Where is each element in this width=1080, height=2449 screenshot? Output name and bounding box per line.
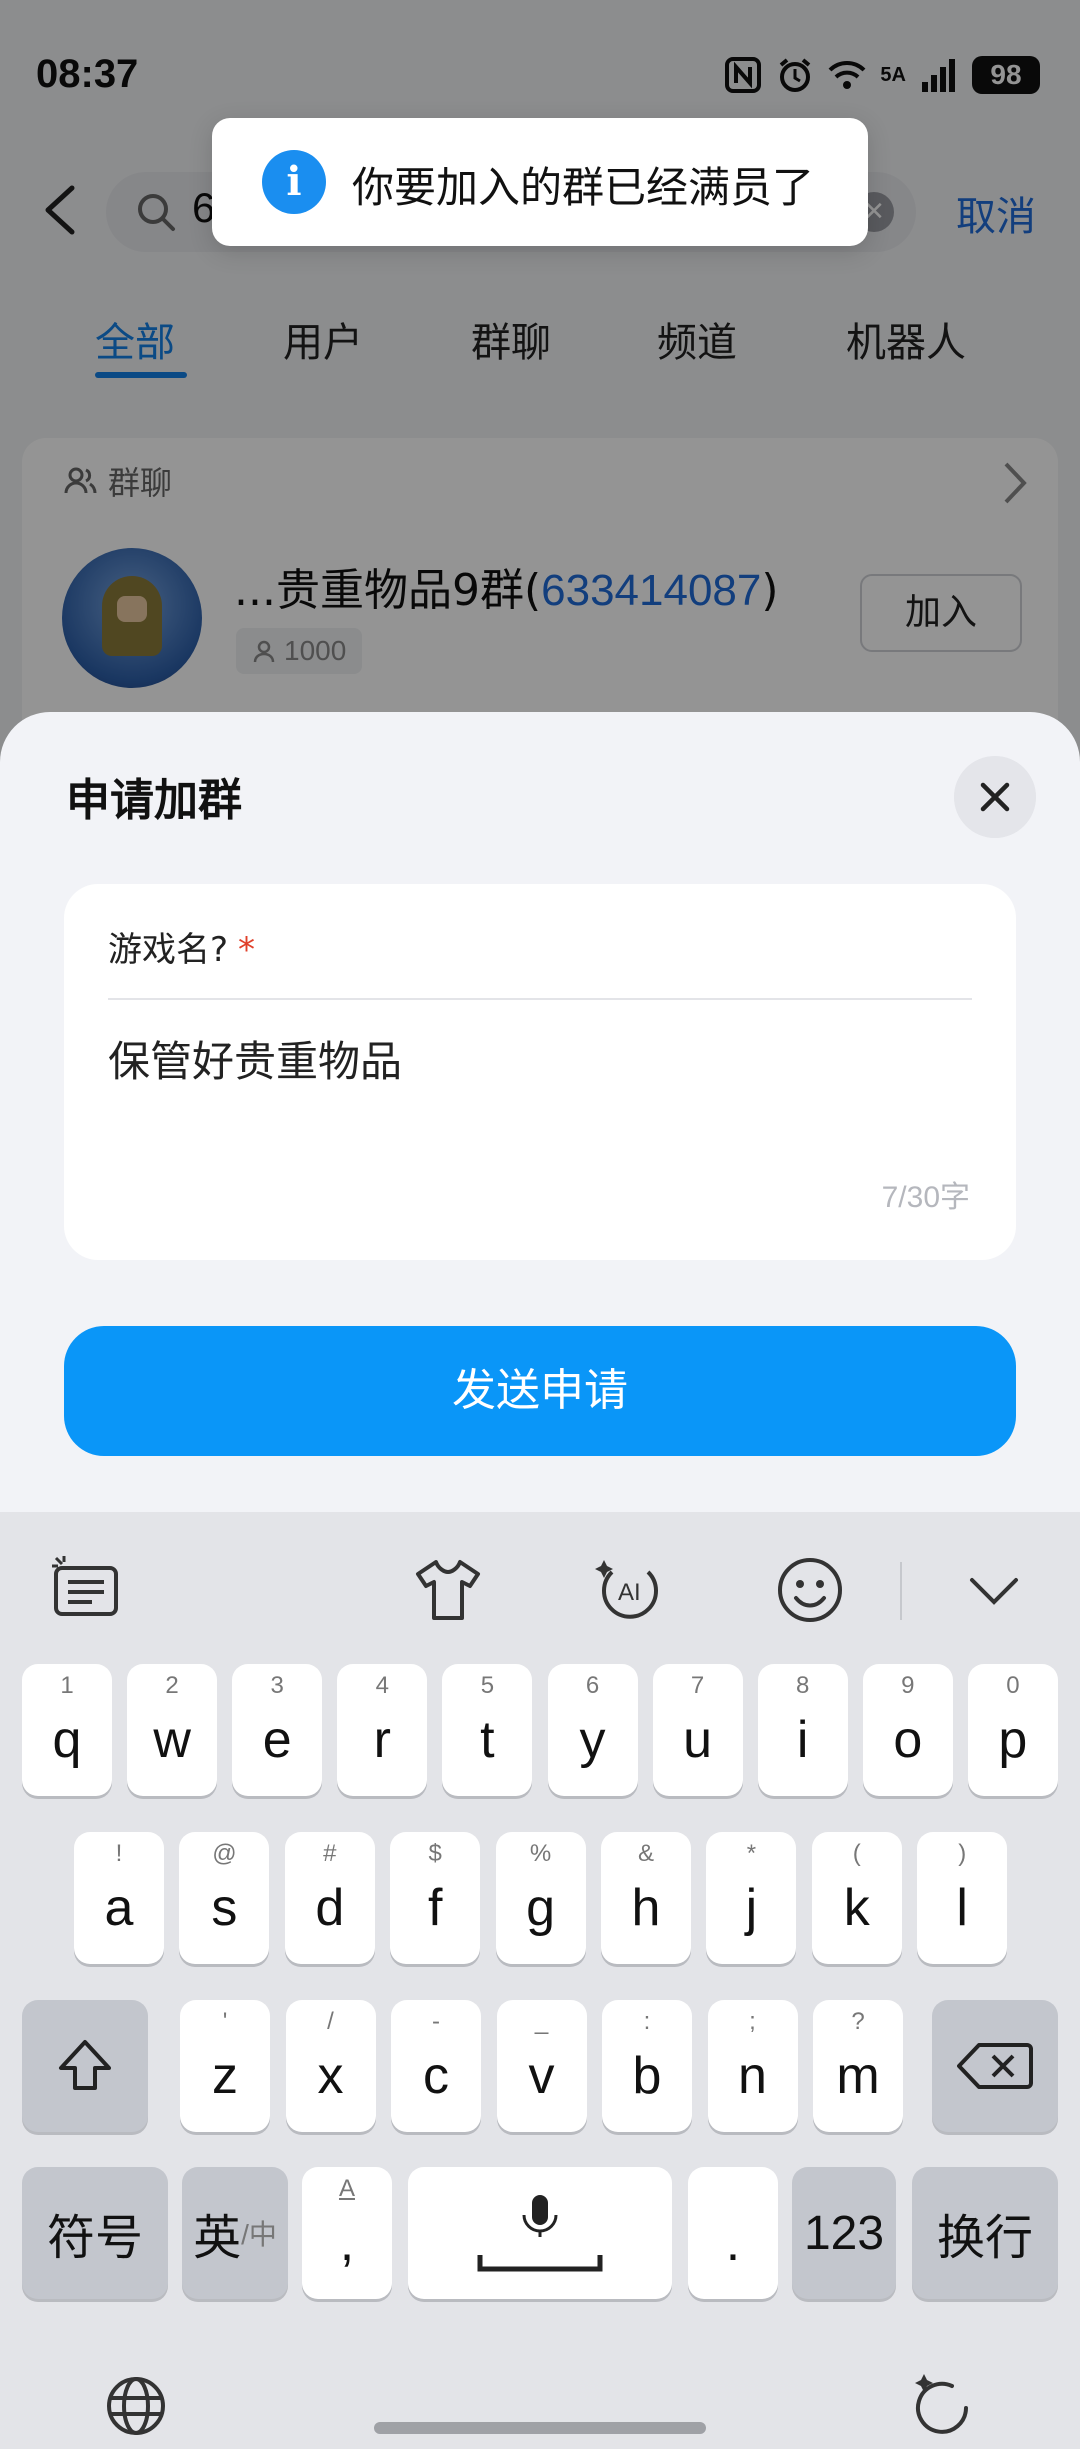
- svg-text:AI: AI: [618, 1579, 641, 1606]
- key-u[interactable]: 7u: [652, 1664, 743, 1796]
- soft-keyboard: AI 1 q 2 w 3 e 4 r 5 t 6 y 7 u 8 i 9 o 0 p ! a @ s # d $ f% g & h * j(k)…: [0, 1512, 1080, 2449]
- clipboard-edit-icon[interactable]: [50, 1554, 122, 1626]
- question-label: 游戏名? *: [108, 930, 256, 970]
- key-e[interactable]: 3e: [232, 1664, 323, 1796]
- globe-icon[interactable]: [104, 2374, 168, 2438]
- shift-key[interactable]: [22, 2000, 148, 2132]
- key-j[interactable]: * j: [706, 1832, 797, 1964]
- key-g[interactable]: % g: [495, 1832, 586, 1964]
- key-s[interactable]: @ s: [179, 1832, 270, 1964]
- key-r[interactable]: 4r: [337, 1664, 428, 1796]
- key-b[interactable]: :b: [602, 2000, 692, 2132]
- close-icon[interactable]: [954, 756, 1036, 838]
- char-counter: 7/30字: [881, 1181, 970, 1214]
- numbers-key[interactable]: 123: [792, 2167, 896, 2299]
- theme-shirt-icon[interactable]: [412, 1554, 484, 1626]
- info-icon: i: [262, 150, 326, 214]
- key-k[interactable]: (k: [811, 1832, 902, 1964]
- question-card: 游戏名? * 保管好贵重物品 7/30字: [64, 884, 1016, 1260]
- send-request-button[interactable]: 发送申请: [64, 1326, 1016, 1456]
- key-w[interactable]: 2w: [127, 1664, 218, 1796]
- backspace-key[interactable]: [932, 2000, 1058, 2132]
- home-indicator[interactable]: [374, 2422, 706, 2434]
- key-d[interactable]: # d: [284, 1832, 375, 1964]
- space-key[interactable]: [408, 2167, 672, 2299]
- key-c[interactable]: -c: [391, 2000, 481, 2132]
- collapse-keyboard-icon[interactable]: [958, 1554, 1030, 1626]
- enter-key[interactable]: 换行: [912, 2167, 1058, 2299]
- symbols-key[interactable]: 符号: [22, 2167, 168, 2299]
- sheet-title: 申请加群: [66, 775, 242, 826]
- comma-key[interactable]: A ,: [302, 2167, 392, 2299]
- key-a[interactable]: ! a: [74, 1832, 164, 1964]
- divider: [108, 998, 972, 1000]
- shift-icon: [59, 2040, 111, 2090]
- toast-notification: i 你要加入的群已经满员了: [212, 118, 868, 246]
- keyboard-toolbar: AI: [0, 1512, 1080, 1664]
- key-m[interactable]: ? m: [813, 2000, 903, 2132]
- microphone-icon: [477, 2195, 603, 2272]
- key-i[interactable]: 8i: [757, 1664, 848, 1796]
- key-y[interactable]: 6y: [547, 1664, 638, 1796]
- key-z[interactable]: ' z: [180, 2000, 270, 2132]
- toolbar-divider: [900, 1562, 902, 1620]
- key-f[interactable]: $ f: [390, 1832, 481, 1964]
- required-mark: *: [238, 930, 256, 970]
- period-key[interactable]: .: [688, 2167, 778, 2299]
- key-t[interactable]: 5t: [442, 1664, 533, 1796]
- toast-message: 你要加入的群已经满员了: [352, 163, 815, 212]
- key-x[interactable]: / x: [285, 2000, 376, 2132]
- key-l[interactable]: ) l: [917, 1832, 1008, 1964]
- undo-rotate-icon[interactable]: [906, 2370, 976, 2440]
- language-toggle-key[interactable]: 英/中: [182, 2167, 288, 2299]
- key-o[interactable]: 9o: [862, 1664, 953, 1796]
- key-h[interactable]: & h: [601, 1832, 691, 1964]
- key-n[interactable]: ; n: [707, 2000, 798, 2132]
- emoji-icon[interactable]: [774, 1554, 846, 1626]
- key-p[interactable]: 0p: [967, 1664, 1058, 1796]
- backspace-icon: [957, 2043, 1033, 2089]
- ai-assistant-icon[interactable]: AI: [594, 1554, 666, 1626]
- answer-input[interactable]: 保管好贵重物品: [108, 1028, 402, 1089]
- join-request-sheet: 申请加群 游戏名? * 保管好贵重物品 7/30字 发送申请: [0, 712, 1080, 1512]
- key-q[interactable]: 1q: [22, 1664, 112, 1796]
- key-v[interactable]: _ v: [496, 2000, 587, 2132]
